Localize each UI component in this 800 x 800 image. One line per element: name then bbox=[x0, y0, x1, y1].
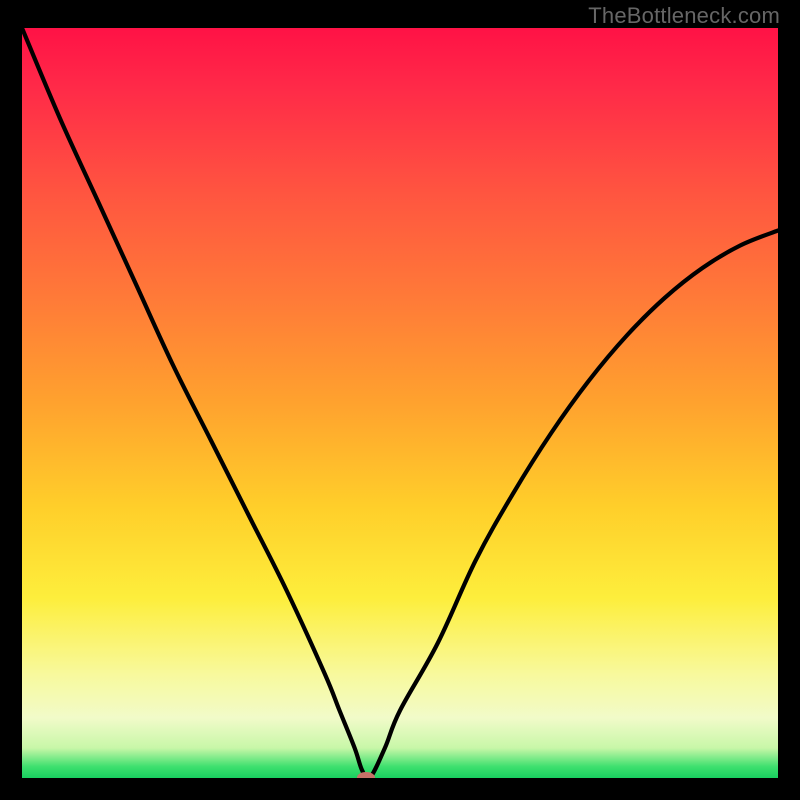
plot-area bbox=[22, 28, 778, 778]
watermark-text: TheBottleneck.com bbox=[588, 3, 780, 29]
curve-minimum-marker bbox=[357, 772, 375, 778]
chart-stage: TheBottleneck.com bbox=[0, 0, 800, 800]
bottleneck-curve bbox=[22, 28, 778, 778]
